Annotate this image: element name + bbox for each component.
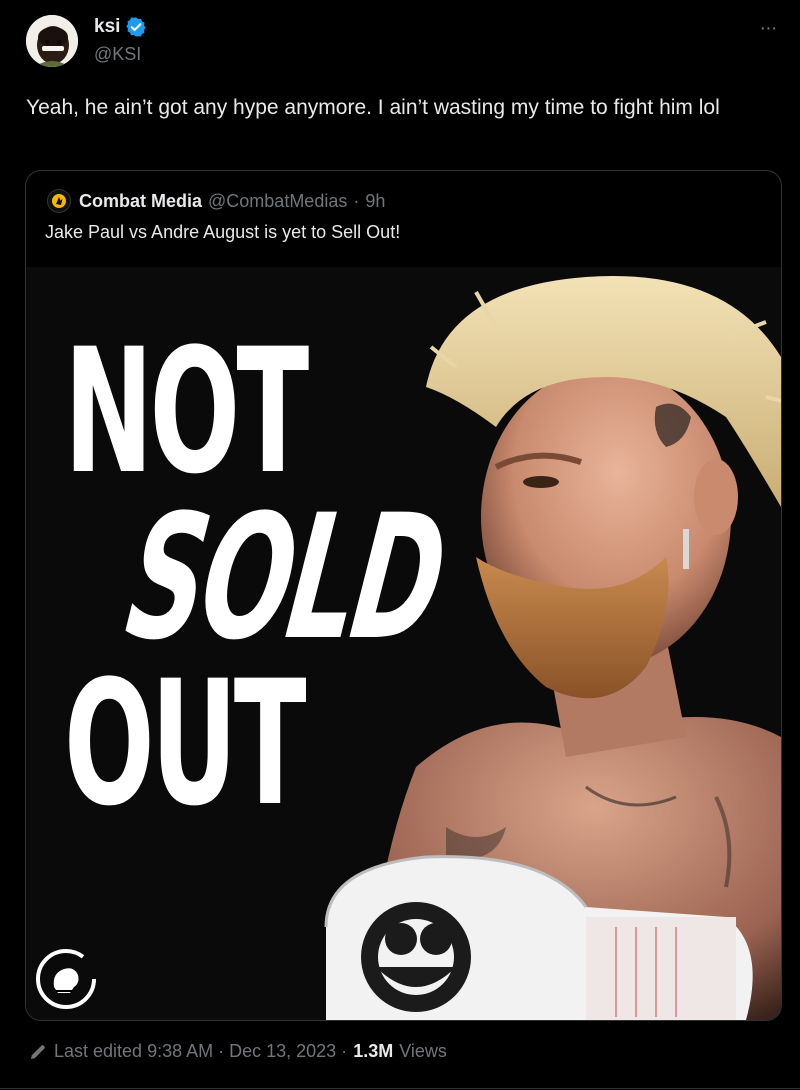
headline-line-2: SOLD [117, 477, 454, 678]
headline-line-1: NOT [64, 311, 309, 512]
ellipsis-icon: ··· [759, 17, 778, 39]
verified-badge-icon [125, 16, 147, 38]
author-name[interactable]: ksi [94, 16, 120, 38]
tweet: ksi @KSI ··· Yeah, he ain’t got any hype… [0, 0, 800, 1090]
quoted-tweet-text: Jake Paul vs Andre August is yet to Sell… [45, 222, 401, 242]
author-name-row[interactable]: ksi [94, 15, 147, 39]
quoted-timestamp[interactable]: 9h [365, 191, 385, 212]
not-sold-out-headline: NOT SOLD OUT [64, 311, 453, 844]
quoted-tweet-card[interactable]: Combat Media @CombatMedias · 9h Jake Pau… [25, 170, 782, 1021]
author-handle[interactable]: @KSI [94, 44, 141, 65]
views-label: Views [399, 1041, 447, 1061]
quoted-author-name[interactable]: Combat Media [79, 191, 202, 212]
quoted-tweet-image[interactable]: NOT SOLD OUT [26, 267, 781, 1020]
quoted-separator: · [353, 190, 360, 211]
edited-timestamp-link[interactable]: Last edited 9:38 AM · Dec 13, 2023 · [54, 1041, 347, 1062]
divider [0, 1088, 800, 1089]
pencil-icon [28, 1042, 48, 1062]
quoted-author-handle[interactable]: @CombatMedias [208, 191, 347, 212]
author-avatar[interactable] [26, 15, 78, 67]
tweet-text: Yeah, he ain’t got any hype anymore. I a… [26, 96, 720, 119]
edited-info-row: Last edited 9:38 AM · Dec 13, 2023 · 1.3… [28, 1041, 447, 1062]
boxing-glove-logo-icon [36, 949, 96, 1009]
more-options-button[interactable]: ··· [754, 16, 782, 40]
quoted-tweet-header: Combat Media @CombatMedias · 9h [47, 188, 385, 214]
combat-media-avatar[interactable] [47, 189, 71, 213]
view-count: 1.3M [353, 1041, 394, 1061]
headline-line-3: OUT [64, 643, 307, 844]
